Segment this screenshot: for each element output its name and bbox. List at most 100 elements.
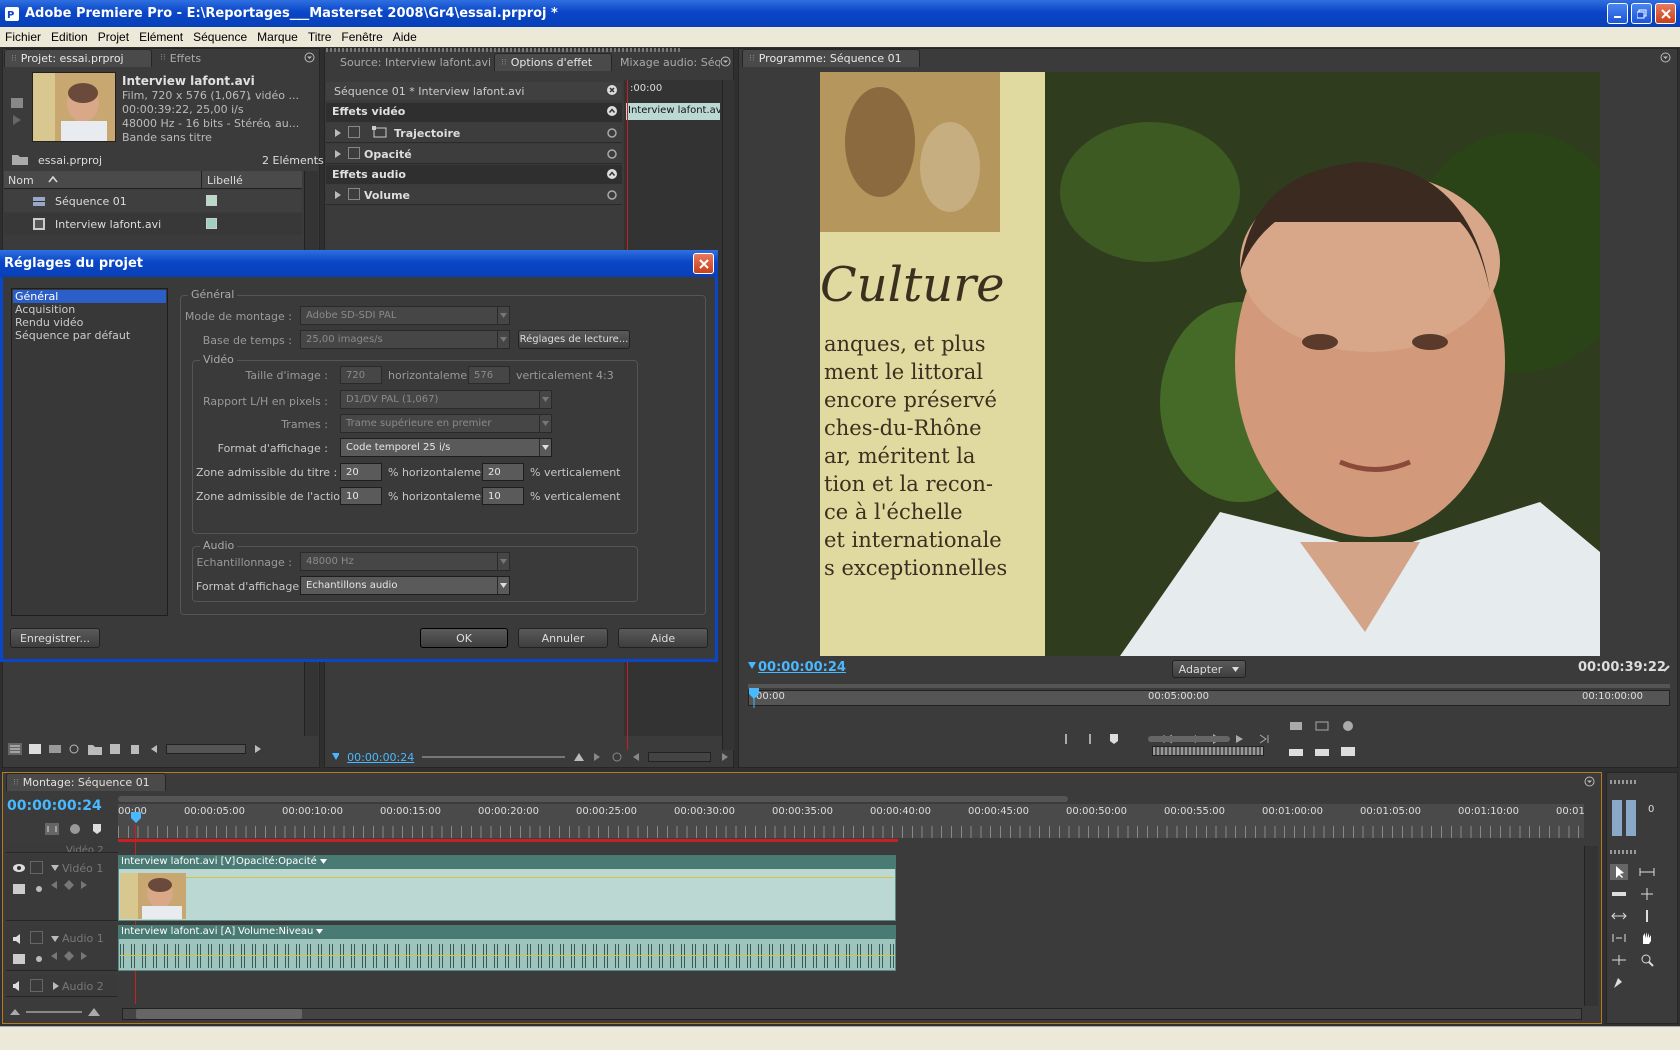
fields-select[interactable]: Trame supérieure en premier xyxy=(340,414,552,433)
timebase-select[interactable]: 25,00 images/s xyxy=(300,330,510,349)
timeline-zoom-slider[interactable] xyxy=(26,1011,82,1013)
col-label-header[interactable]: Libellé xyxy=(207,174,243,187)
expand-triangle-icon[interactable] xyxy=(52,981,60,991)
audio-clip-fx-menu[interactable]: Volume:Niveau xyxy=(238,926,324,937)
category-general[interactable]: Général xyxy=(13,290,166,303)
maximize-button[interactable] xyxy=(1631,3,1652,24)
step-forward-icon[interactable] xyxy=(1233,732,1247,746)
fx-toggle-checkbox[interactable] xyxy=(348,147,360,159)
ripple-edit-icon[interactable] xyxy=(1610,886,1628,902)
wrench-icon[interactable] xyxy=(1662,663,1672,673)
scroll-right-icon[interactable] xyxy=(719,752,730,762)
speaker-icon[interactable] xyxy=(12,981,24,991)
motion-transform-icon[interactable] xyxy=(372,126,388,139)
find-icon[interactable] xyxy=(68,743,82,755)
action-safe-h-field[interactable]: 10 xyxy=(340,487,382,505)
fx-toggle-checkbox[interactable] xyxy=(348,126,360,138)
category-video-rendering[interactable]: Rendu vidéo xyxy=(15,316,83,329)
lock-toggle[interactable] xyxy=(30,931,43,944)
panel-menu-icon[interactable] xyxy=(1660,52,1671,63)
label-color-swatch[interactable] xyxy=(206,195,217,206)
loop-icon[interactable] xyxy=(611,752,622,762)
delete-icon[interactable] xyxy=(128,743,142,755)
pen-tool-icon[interactable] xyxy=(1610,974,1628,990)
set-encore-marker-icon[interactable] xyxy=(68,822,82,836)
tab-program[interactable]: ⁝⁝ Programme: Séquence 01 xyxy=(742,49,920,67)
jog-wheel[interactable] xyxy=(1152,746,1264,756)
tab-project[interactable]: ⁝⁝ Projet: essai.prproj xyxy=(4,49,152,67)
menu-fenetre[interactable]: Fenêtre xyxy=(336,30,387,44)
preview-play-icon[interactable] xyxy=(10,80,24,126)
scroll-left-icon[interactable] xyxy=(630,752,641,762)
volume-rubberband[interactable] xyxy=(120,955,894,956)
mark-out-icon[interactable] xyxy=(1083,732,1097,746)
category-capture[interactable]: Acquisition xyxy=(15,303,75,316)
eye-icon[interactable] xyxy=(12,863,26,873)
razor-icon[interactable] xyxy=(1638,908,1656,924)
ok-button[interactable]: OK xyxy=(420,628,508,648)
label-color-swatch[interactable] xyxy=(206,218,217,229)
list-view-icon[interactable] xyxy=(8,743,22,755)
effect-timecode[interactable]: 00:00:00:24 xyxy=(347,751,414,764)
expand-triangle-icon[interactable] xyxy=(334,128,342,138)
title-safe-v-field[interactable]: 20 xyxy=(482,463,524,481)
add-keyframe-icon[interactable] xyxy=(64,880,74,890)
timeline-ruler[interactable]: 00:00 00:00:05:00 00:00:10:00 00:00:15:0… xyxy=(118,804,1584,838)
next-keyframe-icon[interactable] xyxy=(80,951,88,961)
new-bin-icon[interactable] xyxy=(88,743,102,755)
keyframe-icon[interactable] xyxy=(34,884,44,894)
tab-source[interactable]: Source: Interview lafont.avi xyxy=(330,53,490,71)
pixel-aspect-select[interactable]: D1/DV PAL (1,067) xyxy=(340,390,552,409)
trim-icon[interactable] xyxy=(1340,718,1356,732)
close-window-button[interactable] xyxy=(1655,3,1676,24)
display-format-select[interactable]: Code temporel 25 i/s xyxy=(340,438,552,457)
frame-width-field[interactable]: 720 xyxy=(340,366,382,384)
lock-toggle[interactable] xyxy=(30,979,43,992)
show-timeline-icon[interactable] xyxy=(606,84,618,96)
prev-keyframe-icon[interactable] xyxy=(50,951,58,961)
title-safe-h-field[interactable]: 20 xyxy=(340,463,382,481)
collapse-triangle-icon[interactable] xyxy=(50,864,60,872)
panel-menu-icon[interactable] xyxy=(720,56,731,67)
zoom-out-icon[interactable] xyxy=(10,1008,20,1016)
selection-tool-icon[interactable] xyxy=(1610,864,1628,880)
category-default-sequence[interactable]: Séquence par défaut xyxy=(15,329,130,342)
waveform-display-icon[interactable] xyxy=(12,953,26,965)
export-frame-icon[interactable] xyxy=(1340,744,1356,758)
timeline-scroll-thumb[interactable] xyxy=(136,1009,302,1019)
rolling-edit-icon[interactable] xyxy=(1638,886,1656,902)
snap-icon[interactable] xyxy=(44,822,60,836)
set-marker-icon[interactable] xyxy=(1107,732,1121,746)
action-safe-v-field[interactable]: 10 xyxy=(482,487,524,505)
set-marker-icon[interactable] xyxy=(90,822,104,836)
menu-projet[interactable]: Projet xyxy=(93,30,134,44)
minimize-button[interactable] xyxy=(1607,3,1628,24)
menu-fichier[interactable]: Fichier xyxy=(0,30,46,44)
tab-effect-options[interactable]: ⁝⁝ Options d'effet xyxy=(494,53,612,71)
audio-display-select[interactable]: Echantillons audio xyxy=(300,576,510,595)
project-item-sequence[interactable] xyxy=(4,190,302,212)
work-area-bar[interactable] xyxy=(118,839,898,842)
hand-tool-icon[interactable] xyxy=(1638,930,1656,946)
zoom-in-icon[interactable] xyxy=(88,1007,100,1017)
slide-tool-icon[interactable] xyxy=(1610,952,1628,968)
fx-row-motion[interactable] xyxy=(326,123,622,143)
scroll-right-icon[interactable] xyxy=(252,743,264,755)
next-keyframe-icon[interactable] xyxy=(80,880,88,890)
program-playhead[interactable] xyxy=(748,688,760,708)
tab-audio-mixer[interactable]: Mixage audio: Séq xyxy=(614,53,720,71)
speaker-icon[interactable] xyxy=(12,933,26,945)
extract-icon[interactable] xyxy=(1314,718,1330,732)
scroll-left-icon[interactable] xyxy=(148,743,160,755)
tab-effects[interactable]: ⁝⁝ Effets xyxy=(154,49,234,67)
lock-toggle[interactable] xyxy=(30,861,43,874)
jump-icon[interactable] xyxy=(592,752,603,762)
keyframe-icon[interactable] xyxy=(34,954,44,964)
add-keyframe-icon[interactable] xyxy=(64,951,74,961)
menu-edition[interactable]: Edition xyxy=(46,30,93,44)
menu-marque[interactable]: Marque xyxy=(252,30,303,44)
save-button[interactable]: Enregistrer... xyxy=(10,628,100,648)
cancel-button[interactable]: Annuler xyxy=(518,628,608,648)
display-style-icon[interactable] xyxy=(12,883,26,895)
overlay-icon[interactable] xyxy=(1314,744,1330,758)
